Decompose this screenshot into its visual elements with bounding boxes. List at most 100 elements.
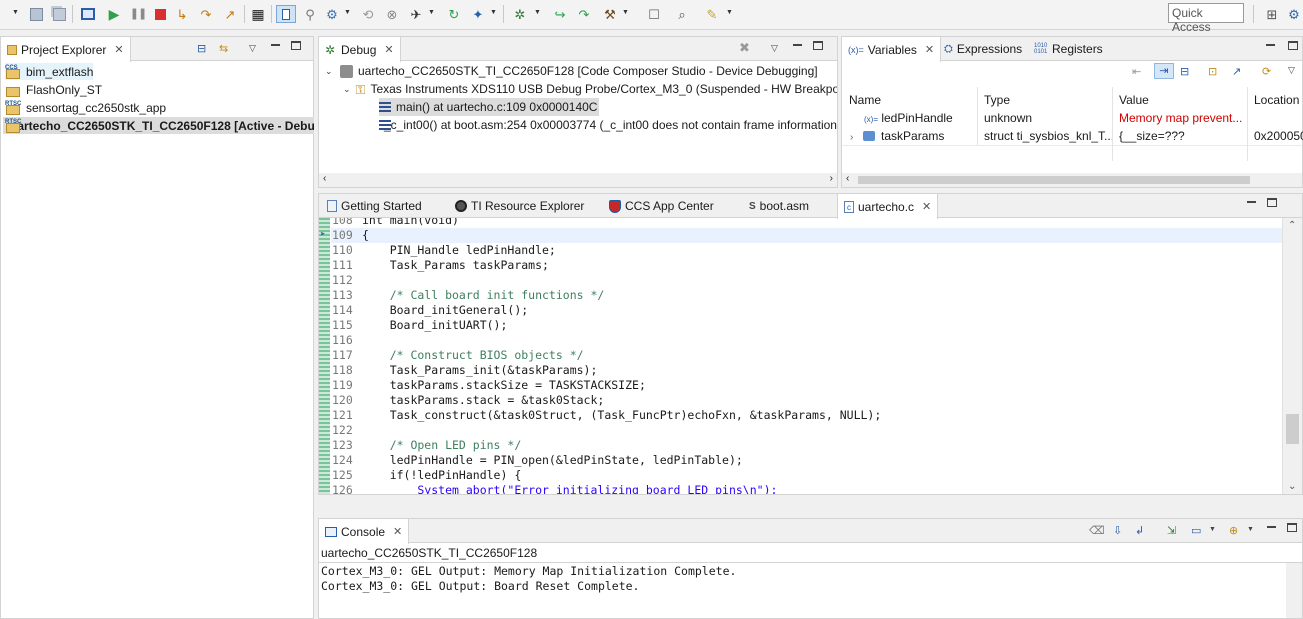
project-item[interactable]: RTSC sensortag_cc2650stk_app [5,99,166,116]
view-menu-icon[interactable]: ▽ [771,43,778,54]
minimize-icon[interactable] [271,44,280,46]
step-into-icon[interactable]: ↳ [172,5,192,23]
stack-frame-row[interactable]: main() at uartecho.c:109 0x0000140C [379,98,600,116]
chevron-down-icon[interactable]: ▼ [428,9,435,16]
chevron-down-icon[interactable]: ▼ [12,9,19,16]
disconnect-icon[interactable]: ⚲ [300,5,320,23]
code-line[interactable]: 111 Task_Params taskParams; [331,258,1282,273]
step-over-assembly-icon[interactable]: ↷ [574,5,594,23]
search-icon[interactable]: ⌕ [672,5,692,23]
minimize-icon[interactable] [1266,44,1275,46]
close-icon[interactable]: ✕ [384,43,393,56]
code-line[interactable]: 126 System_abort("Error initializing boa… [331,483,1282,494]
remove-terminated-icon[interactable]: ✖ [739,40,750,56]
code-line[interactable]: 116 [331,333,1282,348]
resume-icon[interactable]: ▶ [104,5,124,23]
run-icon[interactable]: ↻ [444,5,464,23]
close-icon[interactable]: ✕ [393,525,402,538]
step-into-assembly-icon[interactable]: ↪ [550,5,570,23]
tab-boot-asm[interactable]: S boot.asm [743,194,815,218]
debug-bug-icon[interactable]: ✲ [510,5,530,23]
word-wrap-icon[interactable]: ↲ [1135,524,1144,537]
tab-debug[interactable]: ✲ Debug ✕ [318,37,401,62]
export-icon[interactable]: ↗ [1232,65,1241,78]
maximize-icon[interactable] [813,41,823,50]
scroll-up-icon[interactable]: ⌃ [1288,220,1296,231]
horizontal-scrollbar[interactable]: ‹ › [319,173,837,187]
chevron-down-icon[interactable]: ▼ [726,9,733,16]
suspend-icon[interactable]: ❚❚ [128,5,148,23]
code-line[interactable]: 123 /* Open LED pins */ [331,438,1282,453]
tab-variables[interactable]: (x)= Variables ✕ [841,37,942,62]
variable-name-cell[interactable]: › taskParams [842,127,978,145]
tab-ti-resource-explorer[interactable]: TI Resource Explorer [449,194,590,218]
code-line[interactable]: 119 taskParams.stackSize = TASKSTACKSIZE… [331,378,1282,393]
close-icon[interactable]: ✕ [114,43,123,56]
view-menu-icon[interactable]: ▽ [249,43,256,54]
code-line[interactable]: 121 Task_construct(&task0Struct, (Task_F… [331,408,1282,423]
expand-arrow-icon[interactable]: ⌄ [343,84,351,95]
expand-arrow-icon[interactable]: › [850,132,853,143]
chevron-down-icon[interactable]: ▼ [534,9,541,16]
debug-view-icon[interactable] [78,5,98,23]
close-icon[interactable]: ✕ [925,43,934,56]
code-line[interactable]: 114 Board_initGeneral(); [331,303,1282,318]
display-console-icon[interactable]: ▭ [1191,524,1201,537]
connect-target-icon[interactable] [276,5,296,23]
vertical-scrollbar[interactable] [1286,563,1302,618]
minimize-icon[interactable] [793,44,802,46]
code-line[interactable]: 110 PIN_Handle ledPinHandle; [331,243,1282,258]
debug-session-row[interactable]: ⌄ uartecho_CC2650STK_TI_CC2650F128 [Code… [325,62,818,80]
chevron-down-icon[interactable]: ▼ [1247,526,1254,533]
refresh-icon[interactable]: ⟳ [1262,65,1271,78]
code-line[interactable]: 118 Task_Params_init(&taskParams); [331,363,1282,378]
scroll-down-icon[interactable]: ⌄ [1288,481,1296,492]
restart-icon[interactable]: ⟲ [358,5,378,23]
view-menu-icon[interactable]: ▽ [1288,65,1295,76]
load-program-icon[interactable]: ⚙ [322,5,342,23]
code-line[interactable]: 125 if(!ledPinHandle) { [331,468,1282,483]
step-return-icon[interactable]: ↗ [220,5,240,23]
column-header-name[interactable]: Name [842,87,978,109]
new-console-icon[interactable]: ⊕ [1229,524,1238,537]
quick-access-input[interactable]: Quick Access [1168,3,1244,34]
tab-expressions[interactable]: ⛭ Expressions [938,37,1028,61]
open-file-icon[interactable]: ☐ [644,5,664,23]
scrollbar-thumb[interactable] [1286,414,1299,444]
collapse-all-icon[interactable]: ⊟ [1180,65,1189,78]
maximize-icon[interactable] [1288,41,1298,50]
stack-frame-row[interactable]: _c_int00() at boot.asm:254 0x00003774 (_… [379,116,837,134]
pin-console-icon[interactable]: ⇲ [1167,524,1176,537]
link-with-editor-icon[interactable]: ⇆ [219,42,228,55]
build-hammer-icon[interactable]: ⚒ [600,5,620,23]
variable-value-cell[interactable]: {__size=??? [1113,127,1248,145]
scrollbar-thumb[interactable] [858,176,1250,184]
chevron-down-icon[interactable]: ▼ [344,9,351,16]
minimize-icon[interactable] [1267,526,1276,528]
show-type-names-icon[interactable]: ⇤ [1132,65,1141,78]
chevron-down-icon[interactable]: ▼ [622,9,629,16]
scroll-lock-icon[interactable]: ⇩ [1113,524,1122,537]
save-all-icon[interactable] [49,5,69,23]
tab-getting-started[interactable]: Getting Started [321,194,428,218]
maximize-icon[interactable] [1287,523,1297,532]
variable-value-cell[interactable]: Memory map prevent... [1113,109,1248,127]
code-line[interactable]: 124 ledPinHandle = PIN_open(&ledPinState… [331,453,1282,468]
run-to-icon[interactable]: ✈ [406,5,426,23]
memory-grid-icon[interactable]: ▦ [248,5,268,23]
tab-console[interactable]: Console ✕ [318,519,410,544]
debug-thread-row[interactable]: ⌄ ⚿ Texas Instruments XDS110 USB Debug P… [343,80,837,98]
column-header-location[interactable]: Location [1248,87,1303,109]
code-editor[interactable]: ➤ 108 int main(void) 109 {110 PIN_Handle le… [319,218,1282,494]
debug-perspective-icon[interactable]: ⚙ [1284,5,1303,23]
open-perspective-icon[interactable]: ⊞ [1262,5,1282,23]
expand-arrow-icon[interactable]: ⌄ [325,66,335,77]
maximize-icon[interactable] [291,41,301,50]
code-line[interactable]: 117 /* Construct BIOS objects */ [331,348,1282,363]
add-watch-icon[interactable]: ⊡ [1208,65,1217,78]
project-item[interactable]: CCS bim_extflash [5,63,94,80]
code-line[interactable]: 122 [331,423,1282,438]
show-logical-structure-icon[interactable]: ⇥ [1154,63,1174,79]
horizontal-scrollbar[interactable]: ‹ [842,173,1302,187]
code-line[interactable]: 115 Board_initUART(); [331,318,1282,333]
